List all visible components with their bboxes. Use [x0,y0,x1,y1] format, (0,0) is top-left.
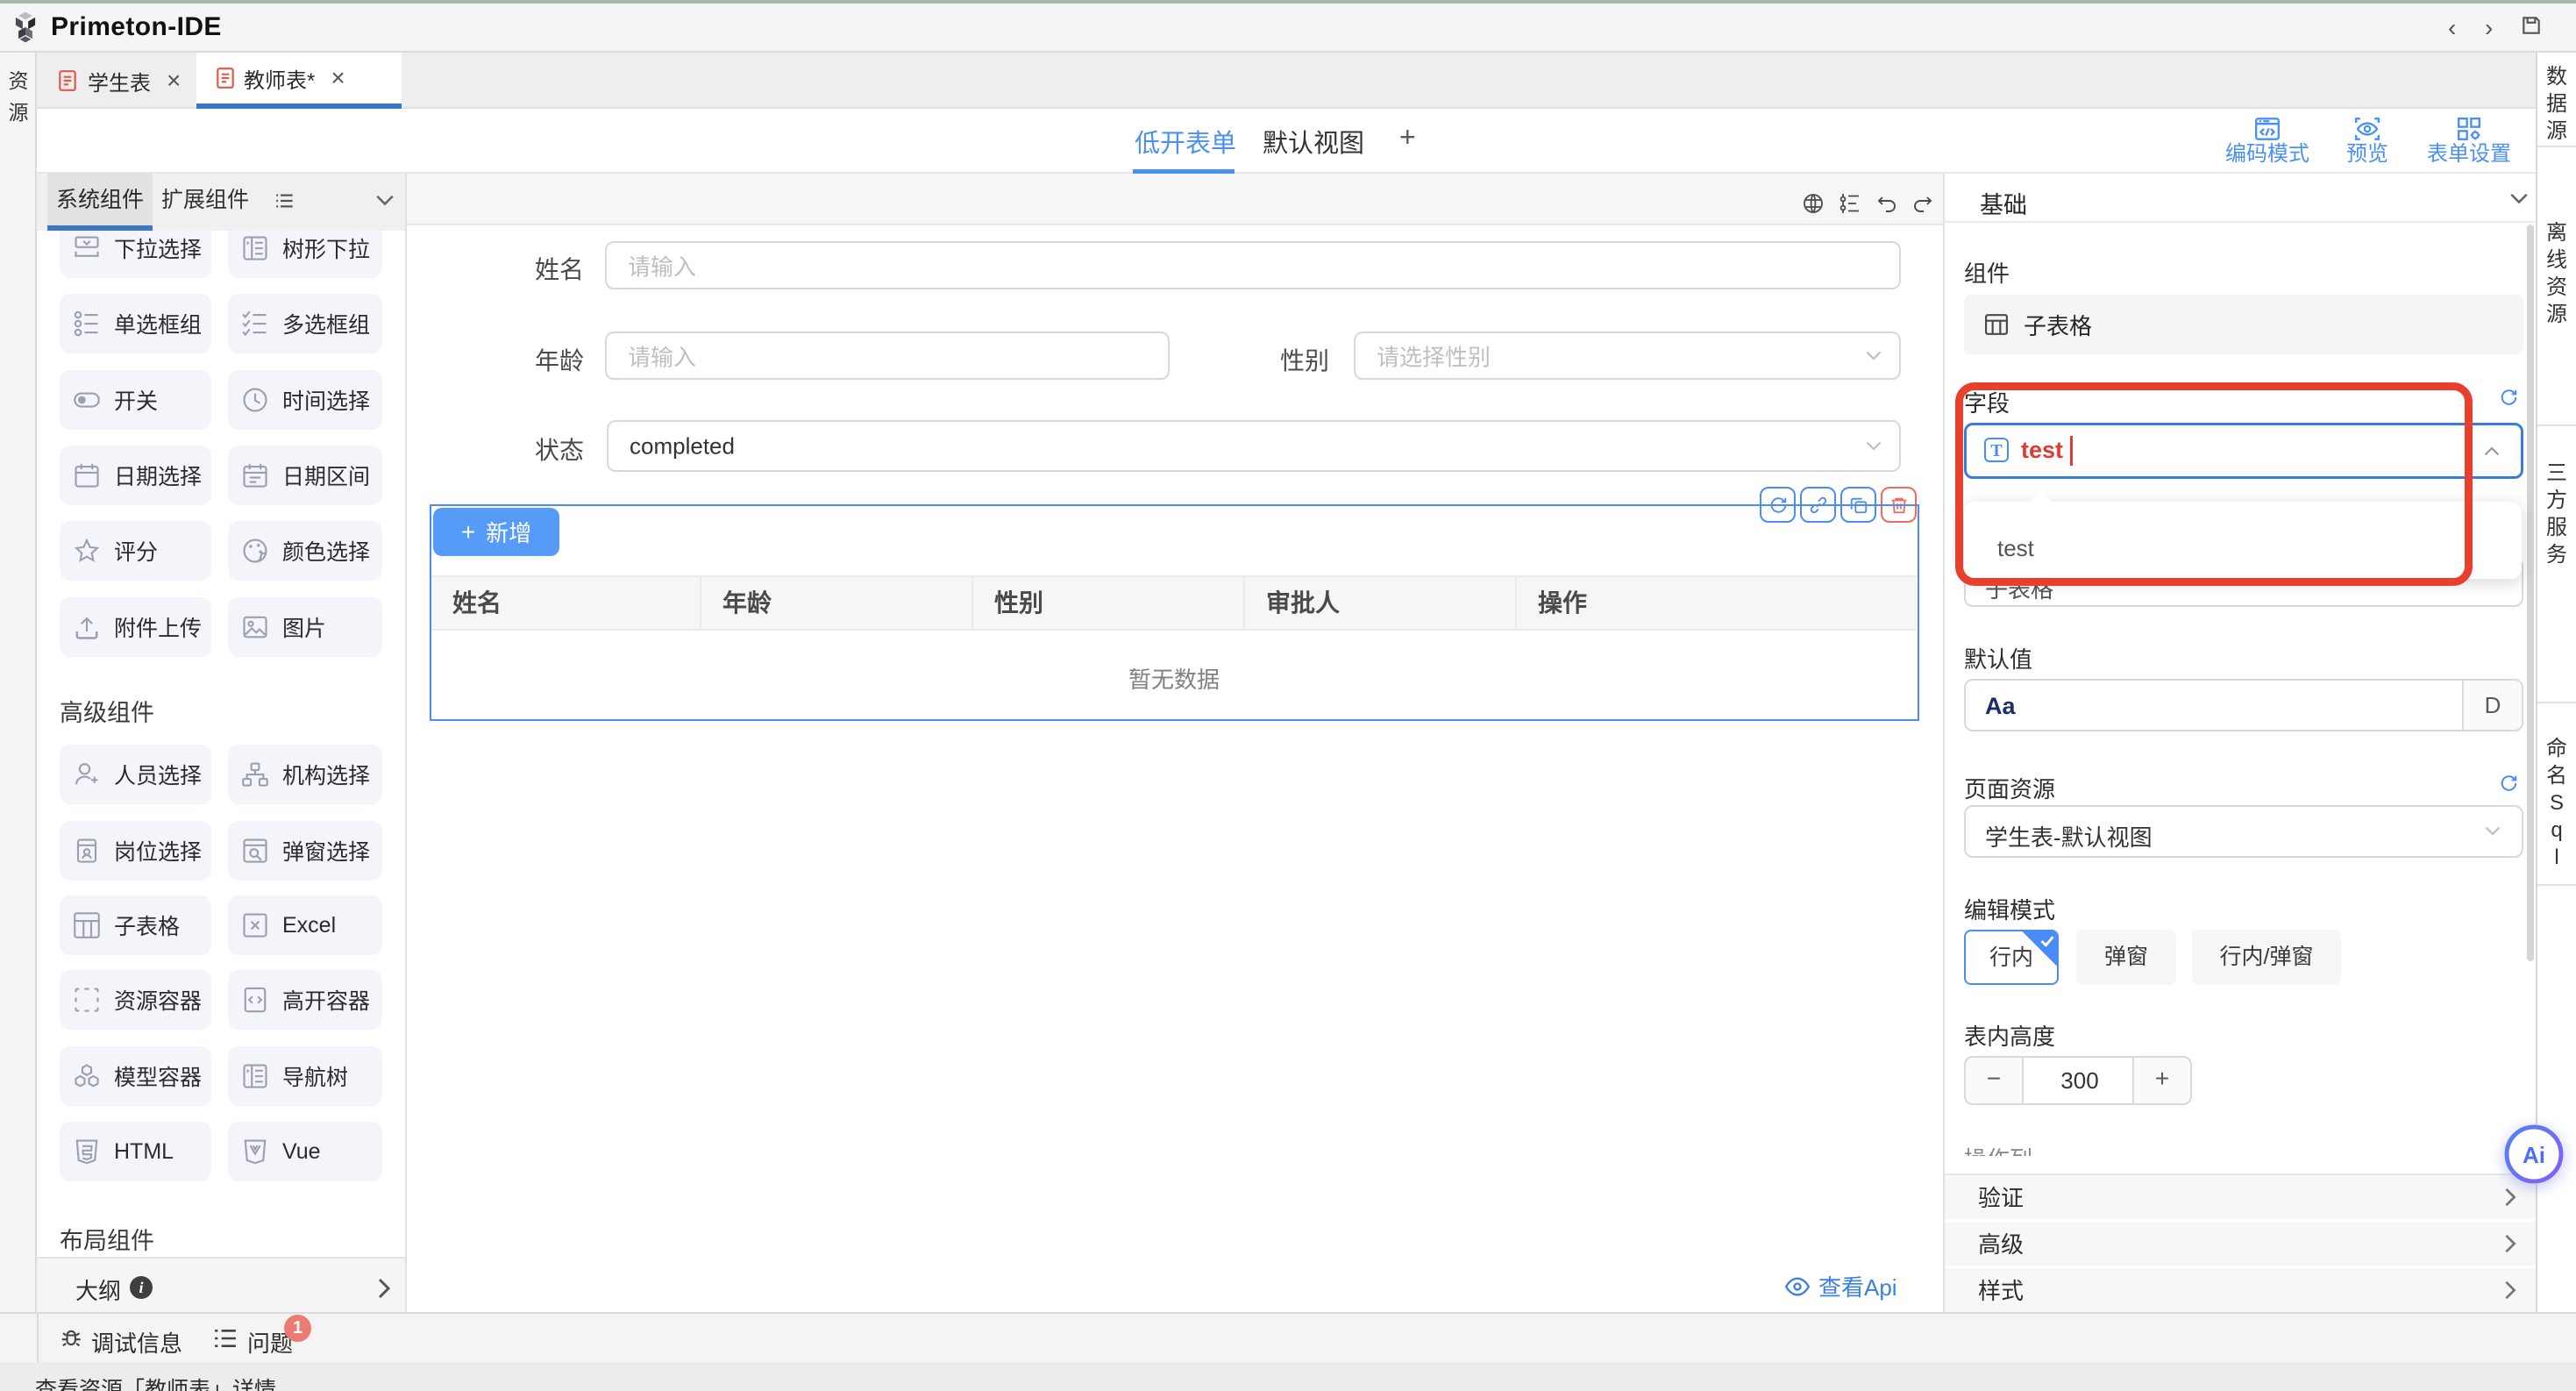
svg-text:Ai: Ai [2523,1142,2545,1168]
